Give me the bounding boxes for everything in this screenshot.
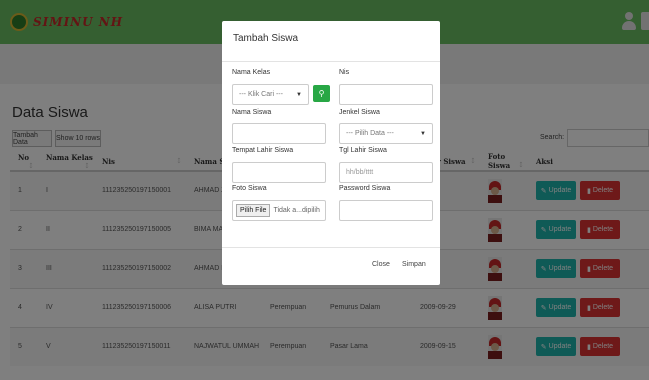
- search-icon: ⚲: [318, 89, 325, 98]
- choose-file-button[interactable]: Pilih File: [236, 204, 271, 217]
- password-label: Password Siswa: [339, 185, 391, 192]
- kelas-select[interactable]: --- Klik Cari --- ▼: [232, 84, 309, 105]
- tgl-lahir-label: Tgl Lahir Siswa: [339, 147, 387, 154]
- modal-footer-divider: [222, 247, 440, 248]
- jenkel-label: Jenkel Siswa: [339, 109, 380, 116]
- nis-input[interactable]: [339, 84, 433, 105]
- nama-siswa-label: Nama Siswa: [232, 109, 272, 116]
- save-button[interactable]: Simpan: [402, 261, 426, 268]
- modal-divider: [222, 61, 440, 62]
- search-kelas-button[interactable]: ⚲: [313, 85, 330, 102]
- tempat-lahir-input[interactable]: [232, 162, 326, 183]
- chevron-down-icon: ▼: [420, 130, 426, 137]
- password-input[interactable]: [339, 200, 433, 221]
- nama-siswa-input[interactable]: [232, 123, 326, 144]
- chevron-down-icon: ▼: [296, 91, 302, 98]
- nama-kelas-label: Nama Kelas: [232, 69, 271, 76]
- modal-title: Tambah Siswa: [233, 33, 299, 44]
- foto-file-input[interactable]: Pilih File Tidak a...dipilih: [232, 200, 326, 221]
- add-student-modal: Tambah Siswa Nama Kelas --- Klik Cari --…: [222, 21, 440, 285]
- jenkel-select[interactable]: --- Pilih Data --- ▼: [339, 123, 433, 144]
- tgl-lahir-input[interactable]: hh/bb/tttt: [339, 162, 433, 183]
- nis-label: Nis: [339, 69, 350, 76]
- foto-label: Foto Siswa: [232, 185, 267, 192]
- file-status: Tidak a...dipilih: [273, 207, 320, 214]
- tempat-lahir-label: Tempat Lahir Siswa: [232, 147, 294, 154]
- close-button[interactable]: Close: [372, 261, 390, 268]
- app: SIMINU NH Data Siswa Tambah Data Show 10…: [0, 0, 649, 380]
